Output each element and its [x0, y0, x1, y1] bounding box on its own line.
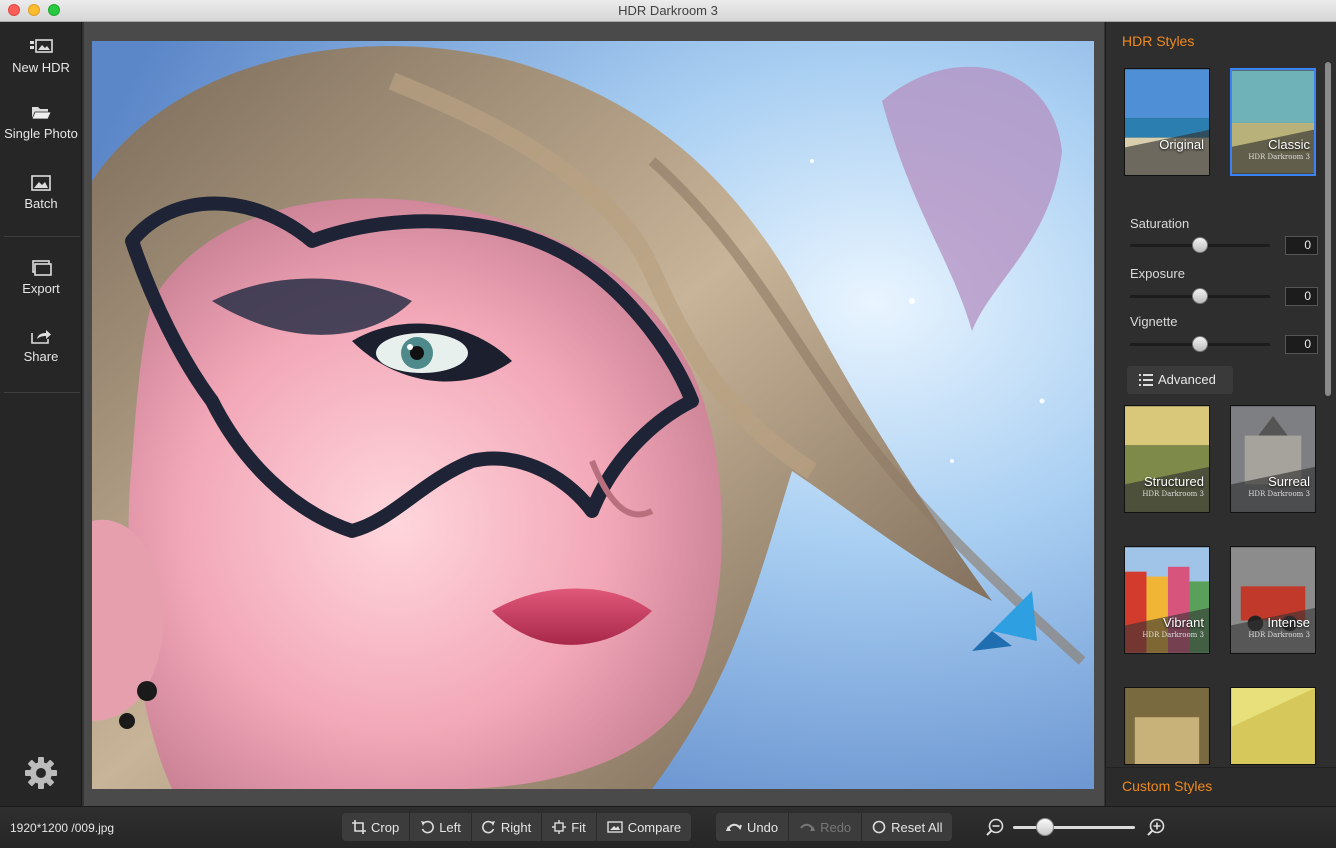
- style-sublabel: HDR Darkroom 3: [1248, 153, 1310, 161]
- beach-thumbnail: [1230, 687, 1316, 765]
- file-info: 1920*1200 /009.jpg: [10, 821, 115, 835]
- style-vibrant[interactable]: Vibrant HDR Darkroom 3: [1124, 546, 1210, 656]
- compare-button[interactable]: Compare: [597, 813, 691, 841]
- undo-label: Undo: [747, 819, 779, 835]
- export-label: Export: [22, 281, 60, 296]
- style-waterfall[interactable]: [1124, 687, 1210, 765]
- vignette-slider-handle[interactable]: [1192, 336, 1208, 352]
- crop-label: Crop: [371, 819, 400, 835]
- style-intense[interactable]: Intense HDR Darkroom 3: [1230, 546, 1316, 656]
- bottom-toolbar: 1920*1200 /009.jpg Crop Left Right Fit C…: [0, 806, 1336, 848]
- exposure-slider-handle[interactable]: [1192, 288, 1208, 304]
- redo-label: Redo: [820, 819, 852, 835]
- fit-button[interactable]: Fit: [542, 813, 597, 841]
- redo-button[interactable]: Redo: [789, 813, 863, 841]
- share-label: Share: [23, 349, 59, 364]
- style-label: Original: [1159, 137, 1204, 152]
- share-icon: [31, 330, 51, 344]
- style-label: Vibrant: [1163, 615, 1204, 630]
- reset-icon: [872, 820, 886, 834]
- history-group: Undo Redo Reset All: [716, 813, 953, 841]
- zoom-slider-handle[interactable]: [1036, 818, 1054, 836]
- saturation-slider-handle[interactable]: [1192, 237, 1208, 253]
- crop-button[interactable]: Crop: [342, 813, 411, 841]
- style-structured[interactable]: Structured HDR Darkroom 3: [1124, 405, 1210, 515]
- custom-styles-section[interactable]: Custom Styles: [1106, 767, 1336, 806]
- style-sublabel: HDR Darkroom 3: [1248, 631, 1310, 639]
- style-sublabel: HDR Darkroom 3: [1142, 631, 1204, 639]
- sidebar: New HDR Single Photo Batch Export Share: [0, 22, 82, 806]
- single-photo-button[interactable]: Single Photo: [0, 104, 82, 164]
- saturation-value[interactable]: 0: [1285, 236, 1318, 255]
- new-hdr-icon: [30, 39, 53, 53]
- list-icon: [1139, 374, 1153, 386]
- panel-title: HDR Styles: [1122, 33, 1195, 49]
- zoom-slider[interactable]: [1013, 826, 1135, 829]
- edited-photo: [92, 41, 1094, 789]
- compare-label: Compare: [627, 819, 682, 835]
- crop-icon: [352, 820, 366, 834]
- rotate-right-icon: [481, 820, 495, 834]
- compare-icon: [606, 821, 623, 833]
- vignette-label: Vignette: [1130, 314, 1178, 329]
- rotate-left-button[interactable]: Left: [410, 813, 472, 841]
- style-label: Structured: [1144, 474, 1204, 489]
- vignette-value[interactable]: 0: [1285, 335, 1318, 354]
- style-label: Surreal: [1268, 474, 1310, 489]
- share-button[interactable]: Share: [0, 327, 82, 387]
- zoom-in-icon[interactable]: [1146, 817, 1166, 837]
- advanced-label: Advanced: [1158, 372, 1216, 387]
- new-hdr-button[interactable]: New HDR: [0, 38, 82, 98]
- rotate-right-label: Right: [500, 819, 532, 835]
- fit-label: Fit: [571, 819, 586, 835]
- style-original[interactable]: Original: [1124, 68, 1210, 178]
- export-button[interactable]: Export: [0, 259, 82, 319]
- style-sublabel: HDR Darkroom 3: [1248, 490, 1310, 498]
- new-hdr-label: New HDR: [12, 60, 70, 75]
- undo-icon: [726, 823, 742, 831]
- image-canvas[interactable]: [84, 22, 1104, 806]
- style-label: Classic: [1268, 137, 1310, 152]
- batch-button[interactable]: Batch: [0, 174, 82, 234]
- zoom-out-icon[interactable]: [985, 817, 1005, 837]
- gear-icon[interactable]: [24, 756, 58, 790]
- rotate-left-icon: [421, 820, 435, 834]
- rotate-right-button[interactable]: Right: [472, 813, 543, 841]
- advanced-button[interactable]: Advanced: [1127, 366, 1233, 394]
- title-bar: HDR Darkroom 3: [0, 0, 1336, 22]
- style-sublabel: HDR Darkroom 3: [1142, 490, 1204, 498]
- sidebar-divider: [4, 236, 80, 237]
- rotate-left-label: Left: [439, 819, 461, 835]
- saturation-label: Saturation: [1130, 216, 1190, 231]
- single-photo-label: Single Photo: [4, 126, 78, 141]
- batch-icon: [31, 175, 51, 191]
- hdr-styles-panel: HDR Styles Original Classic HDR Darkroom…: [1105, 22, 1336, 806]
- exposure-label: Exposure: [1130, 266, 1185, 281]
- export-icon: [32, 260, 52, 276]
- custom-styles-label: Custom Styles: [1122, 778, 1213, 794]
- panel-scrollbar[interactable]: [1325, 62, 1331, 396]
- style-label: Intense: [1267, 615, 1310, 630]
- edit-tools-group: Crop Left Right Fit Compare: [342, 813, 692, 841]
- fit-icon: [552, 820, 567, 834]
- window-title: HDR Darkroom 3: [618, 3, 718, 18]
- exposure-value[interactable]: 0: [1285, 287, 1318, 306]
- batch-label: Batch: [24, 196, 58, 211]
- sidebar-divider: [4, 392, 80, 393]
- app-window: HDR Darkroom 3 New HDR Single Photo Batc…: [0, 0, 1336, 848]
- undo-button[interactable]: Undo: [716, 813, 790, 841]
- original-thumbnail: [1124, 68, 1210, 176]
- style-surreal[interactable]: Surreal HDR Darkroom 3: [1230, 405, 1316, 515]
- style-beach[interactable]: [1230, 687, 1316, 765]
- reset-all-label: Reset All: [891, 819, 943, 835]
- folder-open-icon: [31, 107, 52, 120]
- reset-all-button[interactable]: Reset All: [862, 813, 952, 841]
- waterfall-thumbnail: [1124, 687, 1210, 765]
- redo-icon: [800, 823, 816, 831]
- style-classic[interactable]: Classic HDR Darkroom 3: [1230, 68, 1316, 178]
